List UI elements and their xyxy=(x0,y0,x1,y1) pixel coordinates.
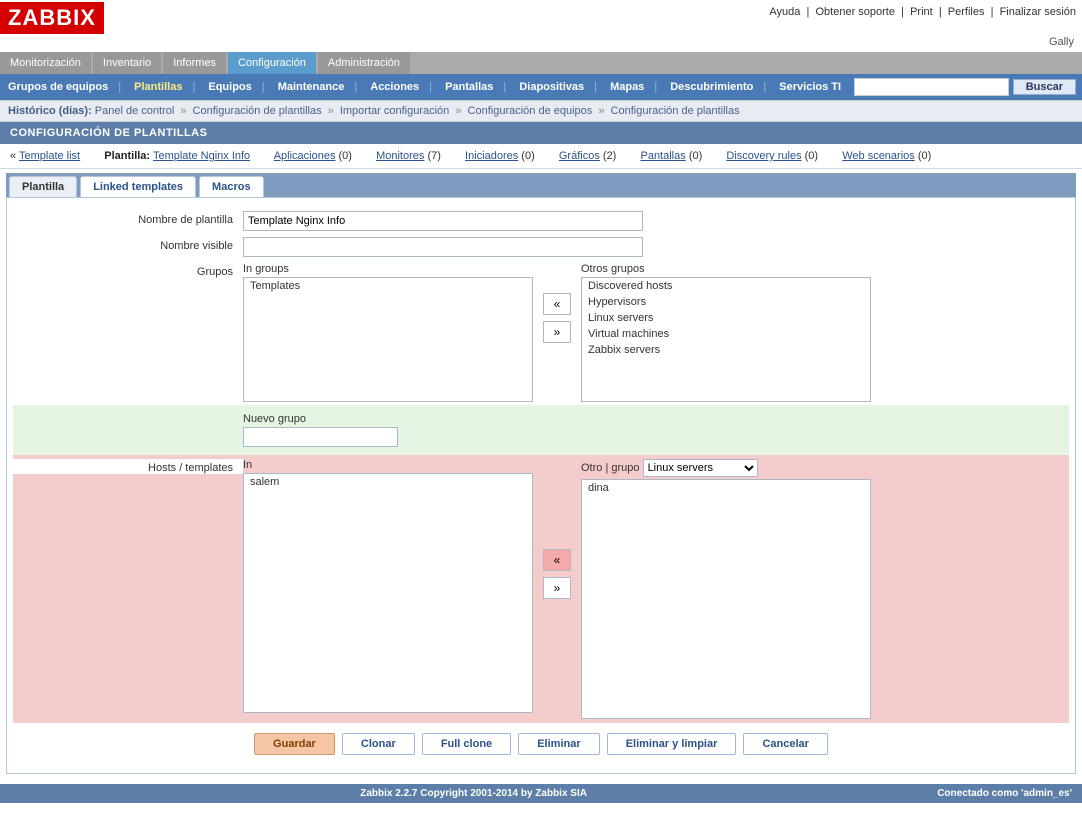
subnav-maintenance[interactable]: Maintenance xyxy=(276,81,347,93)
footer-connected: Conectado como 'admin_es' xyxy=(937,788,1072,799)
template-name-link[interactable]: Template Nginx Info xyxy=(153,150,250,162)
list-item[interactable]: Templates xyxy=(244,278,532,294)
nav-monitoring[interactable]: Monitorización xyxy=(0,52,91,74)
in-groups-list[interactable]: Templates xyxy=(243,277,533,402)
list-item[interactable]: Hypervisors xyxy=(582,294,870,310)
search-button[interactable]: Buscar xyxy=(1013,79,1076,95)
support-link[interactable]: Obtener soporte xyxy=(815,6,895,18)
print-link[interactable]: Print xyxy=(910,6,933,18)
page-title: CONFIGURACIÓN DE PLANTILLAS xyxy=(0,122,1082,144)
hosts-move-right-button[interactable]: » xyxy=(543,577,571,599)
history-label: Histórico (días): xyxy=(8,105,92,117)
template-list-link[interactable]: Template list xyxy=(19,150,80,162)
move-left-button[interactable]: « xyxy=(543,293,571,315)
subnav-hosts[interactable]: Equipos xyxy=(206,81,253,93)
list-item[interactable]: salem xyxy=(244,474,532,490)
other-groups-title: Otros grupos xyxy=(581,263,871,275)
nav-admin[interactable]: Administración xyxy=(318,52,410,74)
hosts-in-title: In xyxy=(243,459,533,471)
groups-label: Grupos xyxy=(13,263,243,278)
logout-link[interactable]: Finalizar sesión xyxy=(1000,6,1076,18)
clone-button[interactable]: Clonar xyxy=(342,733,415,755)
delete-clear-button[interactable]: Eliminar y limpiar xyxy=(607,733,737,755)
move-right-button[interactable]: » xyxy=(543,321,571,343)
footer: Zabbix 2.2.7 Copyright 2001-2014 by Zabb… xyxy=(0,784,1082,803)
cancel-button[interactable]: Cancelar xyxy=(743,733,827,755)
triggers-count: (0) xyxy=(521,150,534,162)
list-item[interactable]: dina xyxy=(582,480,870,496)
list-item[interactable]: Linux servers xyxy=(582,310,870,326)
subnav-screens[interactable]: Pantallas xyxy=(443,81,495,93)
main-nav: Monitorización Inventario Informes Confi… xyxy=(0,52,1082,74)
hosts-other-title: Otro | grupo xyxy=(581,462,640,474)
form-tabs: Plantilla Linked templates Macros xyxy=(6,173,1076,198)
screens-link[interactable]: Pantallas xyxy=(640,150,685,162)
screens-count: (0) xyxy=(689,150,702,162)
subnav-hostgroups[interactable]: Grupos de equipos xyxy=(6,81,110,93)
hosts-group-select[interactable]: Linux servers xyxy=(643,459,758,477)
web-count: (0) xyxy=(918,150,931,162)
back-arrow: « xyxy=(10,150,16,162)
subnav-slides[interactable]: Diapositivas xyxy=(517,81,586,93)
tab-plantilla[interactable]: Plantilla xyxy=(9,176,77,197)
items-link[interactable]: Monitores xyxy=(376,150,424,162)
discovery-count: (0) xyxy=(805,150,818,162)
list-item[interactable]: Zabbix servers xyxy=(582,342,870,358)
subnav-itservices[interactable]: Servicios TI xyxy=(777,81,843,93)
new-group-label: Nuevo grupo xyxy=(243,413,398,425)
hosts-move-left-button[interactable]: « xyxy=(543,549,571,571)
save-button[interactable]: Guardar xyxy=(254,733,335,755)
hosts-in-list[interactable]: salem xyxy=(243,473,533,713)
apps-count: (0) xyxy=(339,150,352,162)
graphs-count: (2) xyxy=(603,150,616,162)
subnav-maps[interactable]: Mapas xyxy=(608,81,646,93)
other-groups-list[interactable]: Discovered hosts Hypervisors Linux serve… xyxy=(581,277,871,402)
items-count: (7) xyxy=(427,150,440,162)
history-bar: Histórico (días): Panel de control » Con… xyxy=(0,100,1082,122)
graphs-link[interactable]: Gráficos xyxy=(559,150,600,162)
nav-reports[interactable]: Informes xyxy=(163,52,226,74)
footer-copyright: Zabbix 2.2.7 Copyright 2001-2014 by Zabb… xyxy=(10,788,937,799)
list-item[interactable]: Virtual machines xyxy=(582,326,870,342)
template-name-input[interactable] xyxy=(243,211,643,231)
triggers-link[interactable]: Iniciadores xyxy=(465,150,518,162)
search-input[interactable] xyxy=(854,78,1009,96)
profile-link[interactable]: Perfiles xyxy=(948,6,985,18)
nav-config[interactable]: Configuración xyxy=(228,52,316,74)
template-label: Plantilla: xyxy=(104,150,150,162)
full-clone-button[interactable]: Full clone xyxy=(422,733,511,755)
list-item[interactable]: Discovered hosts xyxy=(582,278,870,294)
discovery-link[interactable]: Discovery rules xyxy=(726,150,801,162)
name-label: Nombre de plantilla xyxy=(13,211,243,226)
hosts-other-list[interactable]: dina xyxy=(581,479,871,719)
tab-macros[interactable]: Macros xyxy=(199,176,264,197)
visible-label: Nombre visible xyxy=(13,237,243,252)
header-links: « Template list Plantilla: Template Ngin… xyxy=(0,144,1082,169)
current-user: Gally xyxy=(0,34,1082,52)
crumb-4[interactable]: Configuración de plantillas xyxy=(611,105,740,117)
visible-name-input[interactable] xyxy=(243,237,643,257)
hosts-label: Hosts / templates xyxy=(13,459,243,474)
subnav-actions[interactable]: Acciones xyxy=(368,81,421,93)
crumb-0[interactable]: Panel de control xyxy=(95,105,175,117)
crumb-3[interactable]: Configuración de equipos xyxy=(468,105,593,117)
crumb-2[interactable]: Importar configuración xyxy=(340,105,449,117)
subnav-templates[interactable]: Plantillas xyxy=(132,81,184,93)
new-group-input[interactable] xyxy=(243,427,398,447)
in-groups-title: In groups xyxy=(243,263,533,275)
sub-nav: Grupos de equipos| Plantillas| Equipos| … xyxy=(0,74,1082,100)
nav-inventory[interactable]: Inventario xyxy=(93,52,161,74)
tab-linked[interactable]: Linked templates xyxy=(80,176,196,197)
zabbix-logo[interactable]: ZABBIX xyxy=(0,2,104,34)
crumb-1[interactable]: Configuración de plantillas xyxy=(193,105,322,117)
help-link[interactable]: Ayuda xyxy=(769,6,800,18)
top-links: Ayuda | Obtener soporte | Print | Perfil… xyxy=(769,2,1076,18)
apps-link[interactable]: Aplicaciones xyxy=(274,150,336,162)
web-link[interactable]: Web scenarios xyxy=(842,150,915,162)
subnav-discovery[interactable]: Descubrimiento xyxy=(668,81,755,93)
delete-button[interactable]: Eliminar xyxy=(518,733,599,755)
action-bar: Guardar Clonar Full clone Eliminar Elimi… xyxy=(13,723,1069,759)
